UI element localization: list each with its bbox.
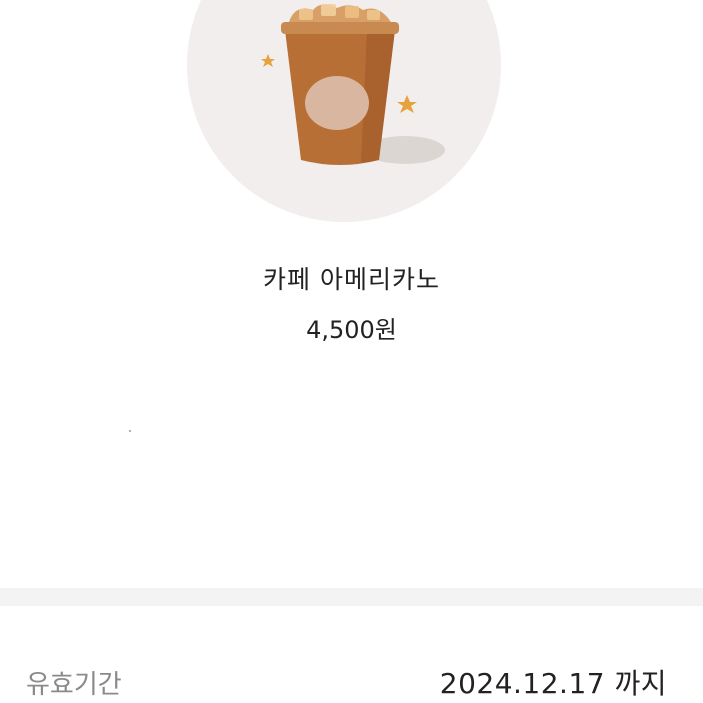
validity-value: 2024.12.17 까지 bbox=[439, 667, 667, 700]
product-price: 4,500원 bbox=[306, 316, 397, 344]
section-divider bbox=[0, 588, 703, 606]
gift-card-detail-page: 카페 아메리카노 4,500원 유효기간 2024.12.17 까지 bbox=[0, 0, 703, 703]
iced-coffee-cup-icon bbox=[261, 4, 445, 165]
product-name: 카페 아메리카노 bbox=[263, 265, 440, 294]
decorative-dot bbox=[129, 430, 131, 432]
validity-label: 유효기간 bbox=[26, 670, 122, 700]
validity-row: 유효기간 2024.12.17 까지 bbox=[0, 606, 703, 703]
